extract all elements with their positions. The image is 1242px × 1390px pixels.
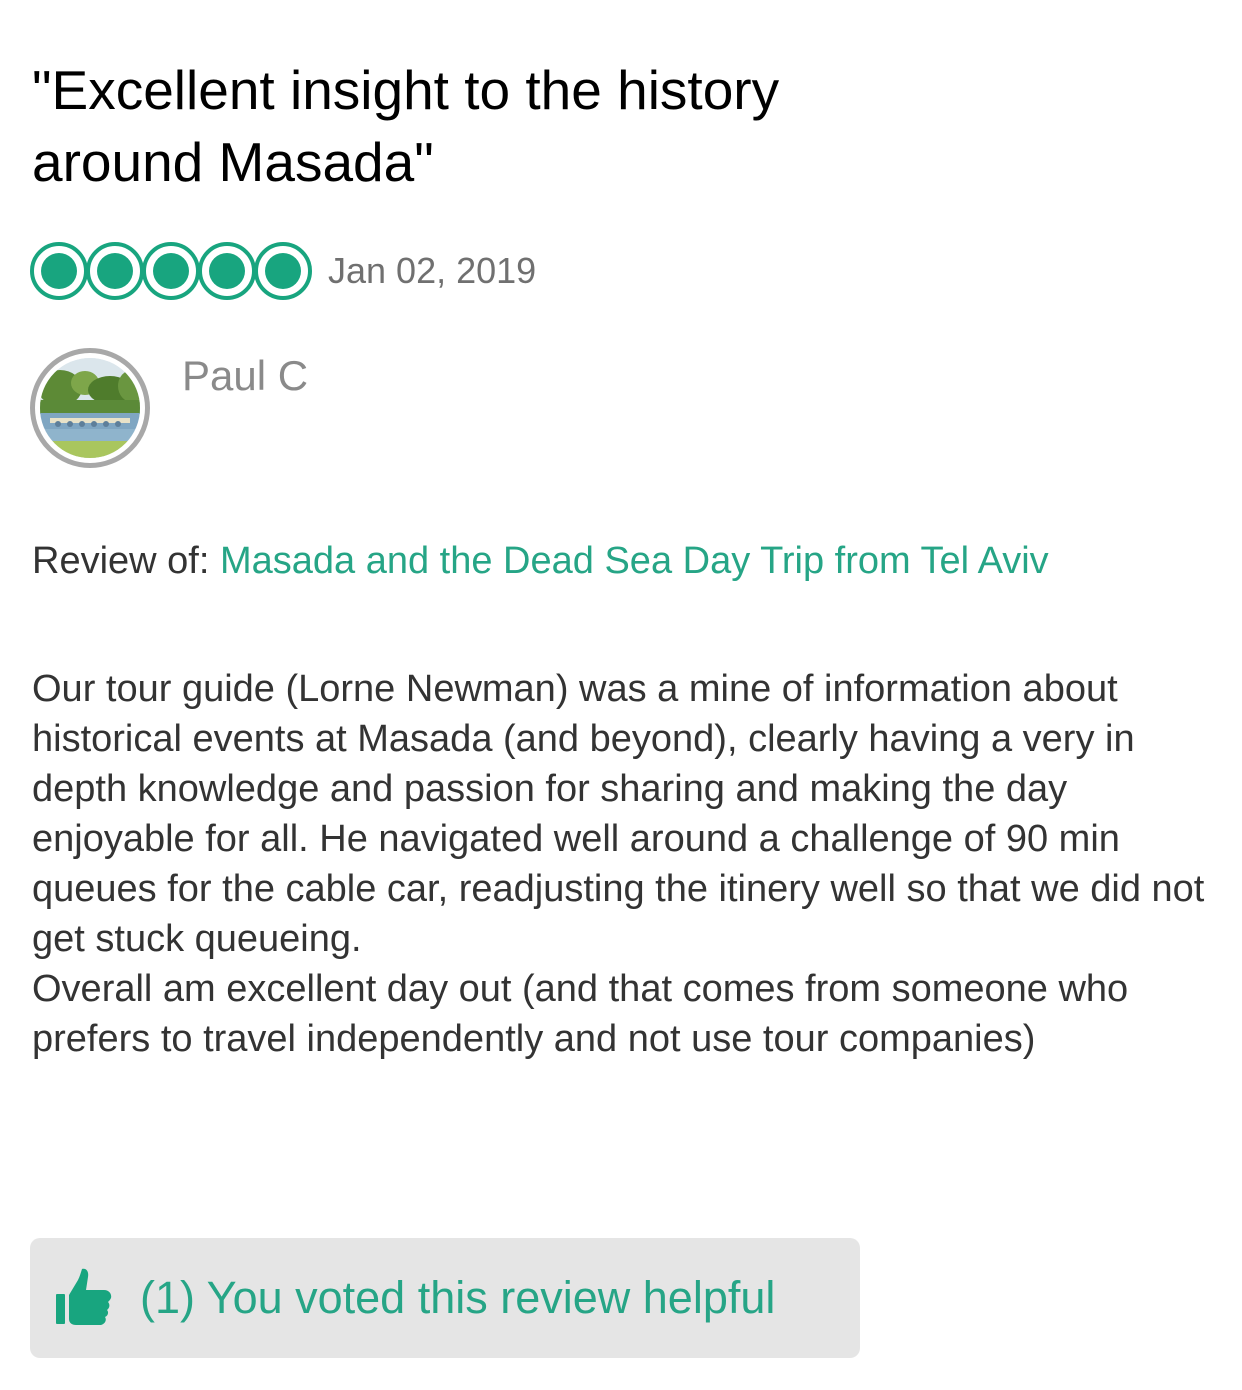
review-title-line1: "Excellent insight to the history — [32, 59, 780, 121]
thumbs-up-icon — [56, 1268, 112, 1325]
review-title: "Excellent insight to the history around… — [32, 54, 932, 198]
review-body-paragraph-2: Overall am excellent day out (and that c… — [32, 968, 1129, 1060]
reviewer[interactable]: Paul C — [30, 348, 308, 468]
rating-bubble-3 — [142, 242, 200, 300]
review-of-link[interactable]: Masada and the Dead Sea Day Trip from Te… — [220, 540, 1049, 582]
rating-bubble-1 — [30, 242, 88, 300]
review-title-line2: around Masada" — [32, 131, 434, 193]
rating-bubbles — [30, 242, 312, 300]
review-of-label: Review of: — [32, 540, 210, 582]
rating-bubble-2 — [86, 242, 144, 300]
reviewer-name[interactable]: Paul C — [182, 352, 308, 400]
review-body-paragraph-1: Our tour guide (Lorne Newman) was a mine… — [32, 668, 1205, 960]
rating-bubble-4 — [198, 242, 256, 300]
helpful-vote-button[interactable]: (1) You voted this review helpful — [30, 1238, 860, 1358]
helpful-vote-label: (1) You voted this review helpful — [140, 1272, 776, 1323]
rating-bubble-5 — [254, 242, 312, 300]
review-of: Review of: Masada and the Dead Sea Day T… — [32, 540, 1049, 583]
rating-row: Jan 02, 2019 — [30, 240, 536, 302]
avatar-image — [40, 358, 140, 458]
avatar[interactable] — [30, 348, 150, 468]
review-body: Our tour guide (Lorne Newman) was a mine… — [32, 664, 1212, 1064]
review-date: Jan 02, 2019 — [328, 250, 537, 291]
